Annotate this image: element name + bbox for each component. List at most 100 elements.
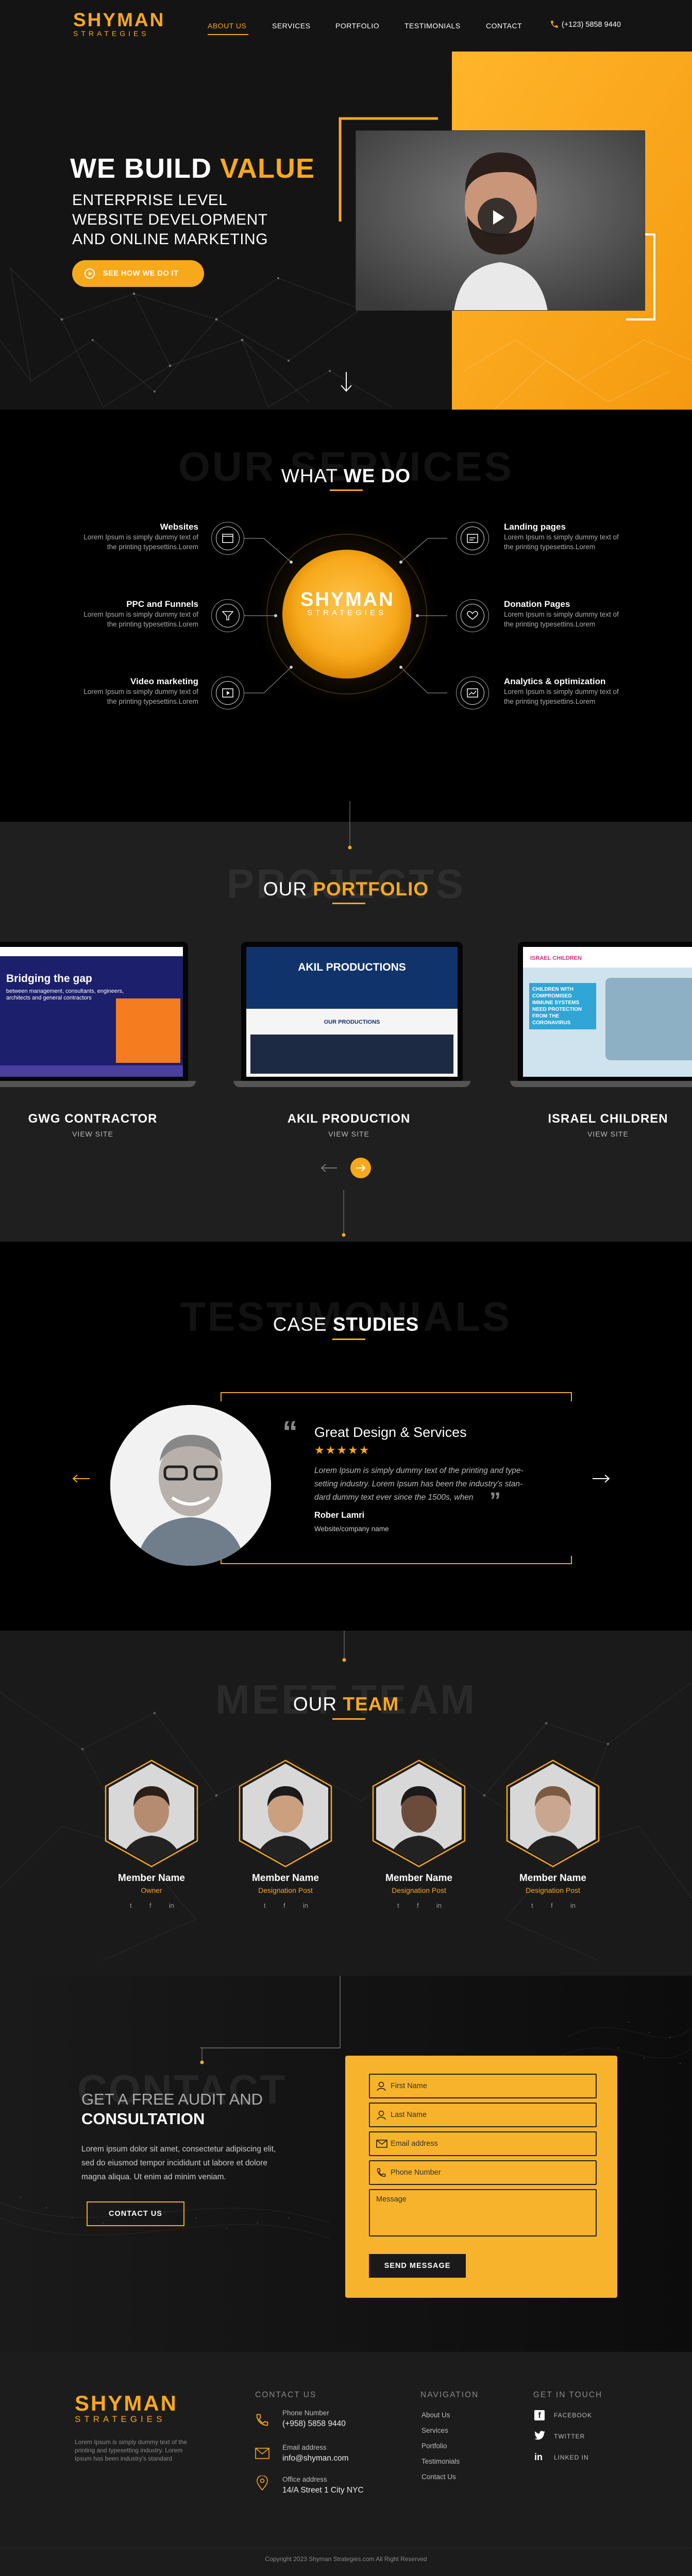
footer-nav-services[interactable]: Services xyxy=(421,2427,448,2434)
portfolio-name: GWG CONTRACTOR xyxy=(28,1112,158,1126)
footer-email[interactable]: info@shyman.com xyxy=(282,2454,349,2463)
nav-services[interactable]: SERVICES xyxy=(272,22,311,30)
footer-nav-testimonials[interactable]: Testimonials xyxy=(421,2458,460,2465)
donation-icon xyxy=(456,599,489,632)
gwg-screen: Bridging the gap between management, con… xyxy=(0,947,183,1077)
portfolio-item-akil[interactable]: AKIL PRODUCTIONS OUR PRODUCTIONS xyxy=(233,942,470,1091)
portfolio-title-bold: PORTFOLIO xyxy=(313,878,429,900)
facebook-icon[interactable]: f xyxy=(551,1902,553,1909)
contact-text-line: magna aliqua. Ut enim ad minim veniam. xyxy=(81,2173,226,2181)
hero-subtitle-line: AND ONLINE MARKETING xyxy=(72,231,268,248)
twitter-icon[interactable]: t xyxy=(130,1902,132,1909)
member-social: t f in xyxy=(264,1902,308,1909)
testimonial-next-icon[interactable] xyxy=(592,1473,611,1484)
phone-field[interactable]: Phone Number xyxy=(369,2160,597,2185)
footer-facebook[interactable]: FACEBOOK xyxy=(554,2412,592,2419)
twitter-icon[interactable]: t xyxy=(397,1902,399,1909)
email-field[interactable]: Email address xyxy=(369,2131,597,2156)
service-text: the printing typesettins.Lorem xyxy=(504,620,596,628)
linkedin-icon[interactable]: in xyxy=(534,2452,543,2463)
team-member-card[interactable]: Member Name Owner t f in xyxy=(100,1759,203,1935)
gwg-screen-title: Bridging the gap xyxy=(6,973,92,985)
header-logo[interactable]: SHYMAN STRATEGIES xyxy=(73,10,165,38)
message-placeholder: Message xyxy=(376,2195,407,2204)
facebook-icon[interactable]: f xyxy=(149,1902,151,1909)
twitter-icon[interactable]: t xyxy=(264,1902,266,1909)
view-site-link[interactable]: VIEW SITE xyxy=(256,1130,442,1138)
testimonial-prev-icon[interactable] xyxy=(71,1473,91,1484)
footer-office: 14/A Street 1 City NYC xyxy=(282,2486,364,2495)
service-analytics[interactable]: Analytics & optimization Lorem Ipsum is … xyxy=(504,676,638,706)
hero-subtitle-line: WEBSITE DEVELOPMENT xyxy=(72,211,268,228)
service-landing[interactable]: Landing pages Lorem Ipsum is simply dumm… xyxy=(504,522,625,552)
hero-cta-button[interactable]: SEE HOW WE DO IT xyxy=(72,260,204,287)
footer-nav-contact[interactable]: Contact Us xyxy=(421,2473,456,2481)
facebook-icon[interactable]: f xyxy=(534,2410,545,2420)
footer-linkedin[interactable]: LINKED IN xyxy=(554,2454,589,2461)
linkedin-icon[interactable]: in xyxy=(570,1902,576,1909)
member-photo xyxy=(239,1759,332,1868)
last-name-placeholder: Last Name xyxy=(391,2111,427,2119)
next-arrow-icon[interactable] xyxy=(350,1158,371,1178)
member-name: Member Name xyxy=(118,1873,185,1884)
linkedin-icon[interactable]: in xyxy=(436,1902,442,1909)
view-site-link[interactable]: VIEW SITE xyxy=(0,1130,185,1138)
team-member-card[interactable]: Member Name Designation Post t f in xyxy=(234,1759,337,1935)
twitter-icon[interactable]: t xyxy=(531,1902,533,1909)
footer-phone[interactable]: (+958) 5858 9440 xyxy=(282,2419,346,2429)
member-role: Designation Post xyxy=(526,1886,580,1894)
contact-text: Lorem ipsum dolor sit amet, consectetur … xyxy=(81,2142,276,2184)
view-site-link[interactable]: VIEW SITE xyxy=(515,1130,692,1138)
team-member-card[interactable]: Member Name Designation Post t f in xyxy=(367,1759,470,1935)
send-message-button[interactable]: SEND MESSAGE xyxy=(369,2254,466,2278)
service-donation[interactable]: Donation Pages Lorem Ipsum is simply dum… xyxy=(504,599,625,629)
message-field[interactable]: Message xyxy=(369,2189,597,2236)
footer-logo[interactable]: SHYMAN STRATEGIES xyxy=(75,2392,178,2424)
testimonials-underline xyxy=(332,1338,365,1340)
twitter-icon[interactable] xyxy=(534,2431,546,2440)
mail-icon xyxy=(255,2448,269,2459)
service-websites[interactable]: Websites Lorem Ipsum is simply dummy tex… xyxy=(77,522,198,552)
first-name-field[interactable]: First Name xyxy=(369,2074,597,2098)
nav-portfolio[interactable]: PORTFOLIO xyxy=(335,22,379,30)
service-title: Landing pages xyxy=(504,522,566,532)
service-text: Lorem Ipsum is simply dummy text of xyxy=(83,688,198,696)
footer-nav-portfolio[interactable]: Portfolio xyxy=(421,2442,447,2450)
footer-about-line: printing and typesetting industry. Lorem xyxy=(75,2447,183,2454)
prev-arrow-icon[interactable] xyxy=(319,1163,338,1173)
facebook-icon[interactable]: f xyxy=(283,1902,285,1909)
quote-line: dard dummy text ever since the 1500s, wh… xyxy=(314,1493,474,1502)
linkedin-icon[interactable]: in xyxy=(169,1902,174,1909)
service-text: the printing typesettins.Lorem xyxy=(107,543,198,551)
hero-video[interactable] xyxy=(356,130,645,311)
scroll-down-icon[interactable] xyxy=(339,371,353,393)
member-photo xyxy=(105,1759,198,1868)
landing-page-icon xyxy=(456,522,489,555)
team-member-card[interactable]: Member Name Designation Post t f in xyxy=(501,1759,604,1935)
portfolio-item-israel[interactable]: CHILDREN WITH COMPROMISED IMMUNE SYSTEMS… xyxy=(510,942,692,1091)
service-video[interactable]: Video marketing Lorem Ipsum is simply du… xyxy=(77,676,198,706)
contact-us-button[interactable]: CONTACT US xyxy=(87,2201,184,2226)
center-logo-bottom: STRATEGIES xyxy=(307,608,386,617)
phone-icon xyxy=(377,2168,386,2177)
footer-twitter[interactable]: TWITTER xyxy=(554,2433,585,2440)
header-phone[interactable]: (+123) 5858 9440 xyxy=(562,21,621,29)
contact-text-line: Lorem ipsum dolor sit amet, consectetur … xyxy=(81,2145,276,2154)
service-ppc[interactable]: PPC and Funnels Lorem Ipsum is simply du… xyxy=(77,599,198,629)
phone-icon xyxy=(550,20,559,29)
last-name-field[interactable]: Last Name xyxy=(369,2103,597,2127)
member-name: Member Name xyxy=(252,1873,319,1884)
nav-testimonials[interactable]: TESTIMONIALS xyxy=(404,22,461,30)
member-role: Designation Post xyxy=(258,1886,313,1894)
funnel-icon xyxy=(211,599,244,632)
facebook-icon[interactable]: f xyxy=(417,1902,419,1909)
linkedin-icon[interactable]: in xyxy=(303,1902,308,1909)
site-header: SHYMAN STRATEGIES ABOUT US SERVICES PORT… xyxy=(0,0,692,52)
footer-nav-about[interactable]: About Us xyxy=(421,2411,450,2419)
portfolio-item-gwg[interactable]: Bridging the gap between management, con… xyxy=(0,942,196,1091)
footer-logo-bottom: STRATEGIES xyxy=(75,2414,166,2424)
play-icon[interactable] xyxy=(478,198,517,237)
contact-text-line: sed do eiusmod tempor incididunt ut labo… xyxy=(81,2159,268,2167)
nav-contact[interactable]: CONTACT xyxy=(486,22,522,30)
nav-about[interactable]: ABOUT US xyxy=(208,22,246,30)
